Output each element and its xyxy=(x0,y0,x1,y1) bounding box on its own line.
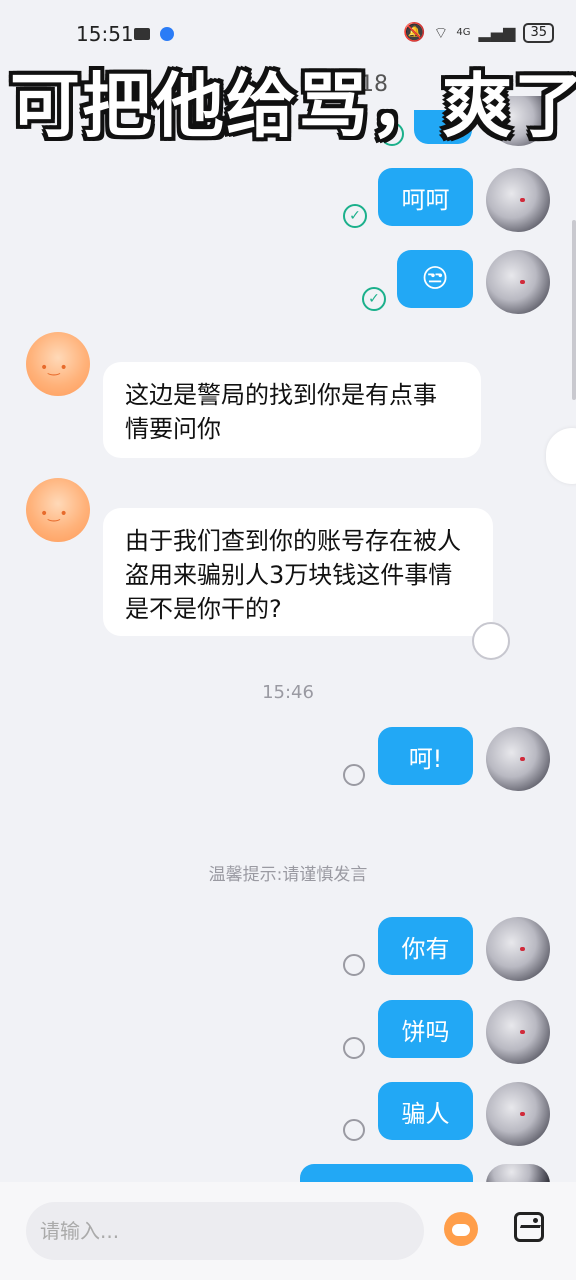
my-avatar[interactable] xyxy=(486,250,550,314)
my-avatar[interactable] xyxy=(486,168,550,232)
my-avatar[interactable] xyxy=(486,1164,550,1184)
message-bubble[interactable]: 你有 xyxy=(378,917,473,975)
sending-status-icon xyxy=(343,764,365,786)
message-bubble[interactable]: 😒 xyxy=(397,250,473,308)
message-bubble[interactable]: 饼吗 xyxy=(378,1000,473,1058)
status-icons: 🔕 ⌔ 4G ▂▄▆ 35 xyxy=(403,22,554,43)
message-input[interactable]: 请输入... xyxy=(26,1202,424,1260)
image-icon[interactable] xyxy=(514,1212,544,1242)
sending-status-icon xyxy=(343,954,365,976)
my-avatar[interactable] xyxy=(486,1000,550,1064)
network-type: 4G xyxy=(456,27,471,38)
notice-text: 温馨提示:请谨慎发言 xyxy=(208,865,368,885)
message-bubble-incoming[interactable]: 这边是警局的找到你是有点事情要问你 xyxy=(103,362,481,458)
message-timestamp: 15:46 xyxy=(262,682,314,703)
my-avatar[interactable] xyxy=(486,727,550,791)
mascot-emoji-icon[interactable] xyxy=(444,1212,478,1246)
my-avatar[interactable] xyxy=(486,917,550,981)
message-bubble[interactable]: 呵! xyxy=(378,727,473,785)
video-icon xyxy=(134,28,150,40)
mute-bell-icon: 🔕 xyxy=(402,22,426,43)
video-caption: 可把他给骂，爽了 xyxy=(10,65,576,147)
message-bubble-partial[interactable] xyxy=(300,1164,473,1184)
loading-ring-icon xyxy=(472,622,510,660)
browser-icon xyxy=(160,27,174,41)
message-bubble-incoming[interactable]: 由于我们查到你的账号存在被人盗用来骗别人3万块钱这件事情是不是你干的? xyxy=(103,508,493,636)
read-check-icon: ✓ xyxy=(362,287,386,311)
message-bubble[interactable]: 骗人 xyxy=(378,1082,473,1140)
sending-status-icon xyxy=(343,1037,365,1059)
battery-icon: 35 xyxy=(523,22,554,43)
avatar-face-icon: •‿• xyxy=(40,506,68,522)
status-time: 15:51 xyxy=(76,22,134,46)
sending-status-icon xyxy=(343,1119,365,1141)
contact-avatar[interactable]: •‿• xyxy=(26,478,90,542)
message-bubble[interactable]: 呵呵 xyxy=(378,168,473,226)
read-check-icon: ✓ xyxy=(343,204,367,228)
floating-side-tab[interactable] xyxy=(546,428,576,484)
scrollbar[interactable] xyxy=(572,220,576,400)
input-bar: 请输入... xyxy=(0,1182,576,1280)
signal-icon: ▂▄▆ xyxy=(478,23,516,42)
my-avatar[interactable] xyxy=(486,1082,550,1146)
contact-avatar[interactable]: •‿• xyxy=(26,332,90,396)
wifi-icon: ⌔ xyxy=(433,22,449,42)
avatar-face-icon: •‿• xyxy=(40,360,68,376)
